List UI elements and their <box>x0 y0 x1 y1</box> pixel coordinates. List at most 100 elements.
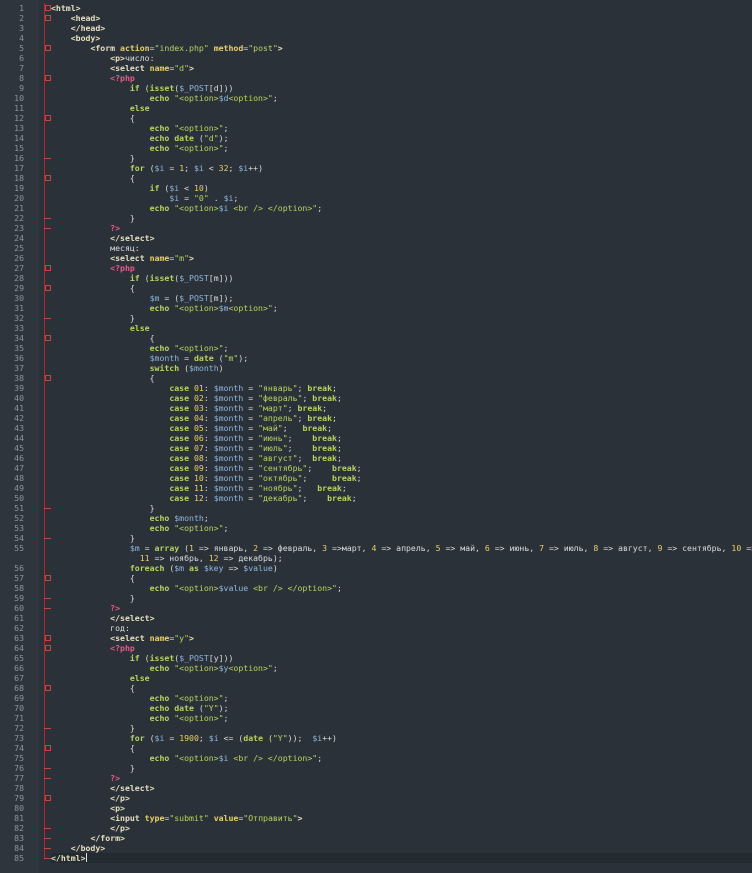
code-editor[interactable]: 1 2 3 4 5 6 7 8 9 10 11 12 13 14 15 16 17 18 19 20 21 22 23 24 2… <box>0 0 752 873</box>
code-line[interactable]: { <box>51 113 135 123</box>
code-line[interactable]: </select> <box>51 783 154 793</box>
code-line[interactable]: <?php <box>51 263 135 273</box>
code-line[interactable]: <html> <box>51 3 81 13</box>
code-line[interactable]: 11 => ноябрь, 12 => декабрь); <box>51 553 283 563</box>
fold-toggle-icon[interactable] <box>44 13 51 23</box>
code-line[interactable]: } <box>51 593 135 603</box>
code-line[interactable]: { <box>51 743 135 753</box>
code-line[interactable]: echo date ("Y"); <box>51 703 229 713</box>
code-line[interactable]: echo "<option>$d<option>"; <box>51 93 278 103</box>
code-line[interactable]: </p> <box>51 793 130 803</box>
code-line[interactable]: } <box>51 533 135 543</box>
fold-toggle-icon[interactable] <box>44 683 51 693</box>
code-line[interactable]: case 12: $month = "декабрь"; break; <box>51 493 356 503</box>
code-line[interactable]: } <box>51 213 135 223</box>
code-line[interactable]: </body> <box>51 843 106 853</box>
code-line[interactable]: echo $month; <box>51 513 209 523</box>
code-line[interactable]: } <box>51 313 135 323</box>
code-line[interactable]: echo "<option>"; <box>51 343 229 353</box>
code-line[interactable]: <p> <box>51 803 125 813</box>
code-line[interactable]: год: <box>51 623 130 633</box>
fold-toggle-icon[interactable] <box>44 373 51 383</box>
code-line[interactable]: </form> <box>51 833 125 843</box>
code-line[interactable]: echo "<option>$i <br /> </option>"; <box>51 753 323 763</box>
code-line[interactable]: echo "<option>"; <box>51 143 229 153</box>
code-line[interactable]: case 08: $month = "август"; break; <box>51 453 342 463</box>
fold-toggle-icon[interactable] <box>44 113 51 123</box>
code-line[interactable]: </select> <box>51 233 154 243</box>
code-line[interactable]: switch ($month) <box>51 363 224 373</box>
fold-toggle-icon[interactable] <box>44 573 51 583</box>
code-line[interactable]: <?php <box>51 73 135 83</box>
code-line[interactable]: { <box>51 683 135 693</box>
fold-toggle-icon[interactable] <box>44 643 51 653</box>
code-line[interactable]: case 09: $month = "сентябрь"; break; <box>51 463 361 473</box>
code-line[interactable]: ?> <box>51 773 120 783</box>
code-line[interactable]: </html> <box>51 853 752 863</box>
code-line[interactable]: </select> <box>51 613 154 623</box>
code-line[interactable]: { <box>51 173 135 183</box>
code-line[interactable]: <p>число: <box>51 53 154 63</box>
code-line[interactable]: $month = date ("m"); <box>51 353 249 363</box>
code-line[interactable]: ?> <box>51 223 120 233</box>
code-line[interactable]: echo "<option>"; <box>51 123 229 133</box>
code-line[interactable]: $m = ($_POST[m]); <box>51 293 234 303</box>
fold-toggle-icon[interactable] <box>44 3 51 13</box>
fold-toggle-icon[interactable] <box>44 263 51 273</box>
fold-toggle-icon[interactable] <box>44 43 51 53</box>
code-line[interactable]: { <box>51 373 155 383</box>
code-line[interactable]: ?> <box>51 603 120 613</box>
code-line[interactable]: echo "<option>"; <box>51 693 229 703</box>
code-line[interactable]: } <box>51 503 155 513</box>
code-line[interactable]: foreach ($m as $key => $value) <box>51 563 278 573</box>
code-line[interactable]: for ($i = 1900; $i <= (date ("Y")); $i++… <box>51 733 337 743</box>
code-line[interactable]: case 02: $month = "февраль"; break; <box>51 393 342 403</box>
code-line[interactable]: else <box>51 323 150 333</box>
code-line[interactable]: if (isset($_POST[d])) <box>51 83 234 93</box>
code-line[interactable]: $m = array (1 => январь, 2 => февраль, 3… <box>51 543 752 553</box>
code-line[interactable]: <body> <box>51 33 101 43</box>
code-line[interactable]: else <box>51 673 150 683</box>
fold-toggle-icon[interactable] <box>44 793 51 803</box>
code-line[interactable]: </head> <box>51 23 106 33</box>
code-line[interactable]: echo "<option>$m<option>"; <box>51 303 278 313</box>
code-line[interactable]: $i = "0" . $i; <box>51 193 238 203</box>
code-line[interactable]: } <box>51 763 135 773</box>
fold-toggle-icon[interactable] <box>44 633 51 643</box>
code-line[interactable]: echo "<option>$i <br /> </option>"; <box>51 203 323 213</box>
fold-toggle-icon[interactable] <box>44 743 51 753</box>
code-line[interactable]: месяц: <box>51 243 140 253</box>
code-line[interactable]: echo "<option>$value <br /> </option>"; <box>51 583 342 593</box>
fold-toggle-icon[interactable] <box>44 333 51 343</box>
code-line[interactable]: case 10: $month = "октябрь"; break; <box>51 473 361 483</box>
code-line[interactable]: <select name="d"> <box>51 63 194 73</box>
code-line[interactable]: case 04: $month = "апрель"; break; <box>51 413 337 423</box>
code-line[interactable]: echo "<option>$y<option>"; <box>51 663 278 673</box>
fold-toggle-icon[interactable] <box>44 283 51 293</box>
code-line[interactable]: for ($i = 1; $i < 32; $i++) <box>51 163 263 173</box>
code-line[interactable]: if ($i < 10) <box>51 183 209 193</box>
code-line[interactable]: <head> <box>51 13 101 23</box>
code-line[interactable]: <select name="y"> <box>51 633 194 643</box>
code-line[interactable]: if (isset($_POST[m])) <box>51 273 234 283</box>
code-line[interactable]: case 07: $month = "июль"; break; <box>51 443 342 453</box>
code-line[interactable]: case 03: $month = "март"; break; <box>51 403 327 413</box>
code-line[interactable]: case 05: $month = "май"; break; <box>51 423 332 433</box>
code-line[interactable]: echo "<option>"; <box>51 523 229 533</box>
code-line[interactable]: echo "<option>"; <box>51 713 229 723</box>
code-line[interactable]: if (isset($_POST[y])) <box>51 653 234 663</box>
code-line[interactable]: } <box>51 153 135 163</box>
code-line[interactable]: } <box>51 723 135 733</box>
code-line[interactable]: { <box>51 333 155 343</box>
code-line[interactable]: <form action="index.php" method="post"> <box>51 43 282 53</box>
code-line[interactable]: </p> <box>51 823 130 833</box>
code-line[interactable]: echo date ("d"); <box>51 133 229 143</box>
code-line[interactable]: case 06: $month = "июнь"; break; <box>51 433 342 443</box>
code-line[interactable]: else <box>51 103 150 113</box>
code-line[interactable]: { <box>51 573 135 583</box>
code-line[interactable]: { <box>51 283 135 293</box>
code-line[interactable]: <?php <box>51 643 135 653</box>
code-line[interactable]: case 01: $month = "январь"; break; <box>51 383 337 393</box>
code-line[interactable]: <select name="m"> <box>51 253 194 263</box>
fold-toggle-icon[interactable] <box>44 73 51 83</box>
